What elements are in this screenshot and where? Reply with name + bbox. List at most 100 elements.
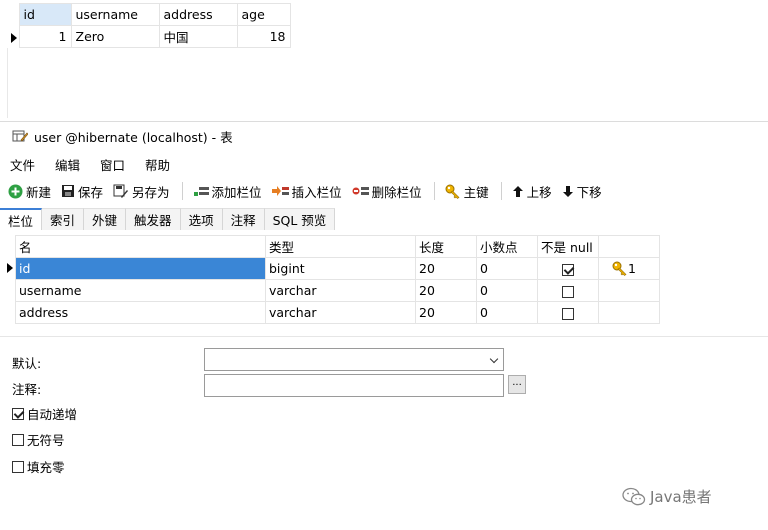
field-key-cell[interactable]: 1: [598, 257, 660, 280]
move-up-button[interactable]: 上移: [512, 182, 552, 201]
menu-edit[interactable]: 编辑: [45, 155, 90, 174]
save-as-icon: [113, 184, 129, 198]
field-name-cell[interactable]: username: [15, 279, 266, 302]
field-name-cell[interactable]: address: [15, 301, 266, 324]
tab-comment[interactable]: 注释: [222, 208, 265, 230]
not-null-checkbox[interactable]: [562, 285, 574, 298]
row-indicator: [15, 302, 16, 324]
field-not-null-cell[interactable]: [537, 279, 599, 302]
default-value-select[interactable]: [204, 348, 504, 371]
plus-circle-icon: [8, 184, 23, 198]
result-header-id[interactable]: id: [18, 3, 72, 26]
col-header-name[interactable]: 名: [15, 235, 266, 258]
current-row-arrow-icon: [7, 262, 13, 273]
result-header-username[interactable]: username: [70, 3, 160, 26]
save-label: 保存: [78, 184, 104, 200]
tab-triggers[interactable]: 触发器: [126, 208, 181, 230]
result-cell-id[interactable]: 1: [18, 25, 72, 48]
primary-key-icon: [612, 261, 627, 276]
zerofill-checkbox[interactable]: [12, 460, 24, 473]
add-field-icon: [193, 187, 209, 196]
toolbar: 新建 保存 另存为 添加栏位 插入栏位 删除栏位 主键 上移 下移: [0, 179, 612, 203]
unsigned-checkbox[interactable]: [12, 433, 24, 446]
tab-indexes[interactable]: 索引: [42, 208, 85, 230]
not-null-checkbox[interactable]: [562, 263, 574, 276]
table-design-icon: [12, 130, 28, 142]
field-not-null-cell[interactable]: [537, 301, 599, 324]
menu-window[interactable]: 窗口: [90, 155, 135, 174]
window-title: user @hibernate (localhost) - 表: [34, 129, 233, 145]
result-header-row: id username address age: [7, 3, 291, 26]
delete-field-label: 删除栏位: [371, 184, 422, 200]
zerofill-option[interactable]: 填充零: [12, 457, 65, 476]
field-decimals-cell[interactable]: 0: [476, 301, 538, 324]
result-row[interactable]: 1 Zero 中国 18: [7, 25, 291, 48]
primary-key-button[interactable]: 主键: [445, 182, 489, 201]
not-null-checkbox[interactable]: [562, 307, 574, 320]
field-decimals-cell[interactable]: 0: [476, 279, 538, 302]
comment-input[interactable]: [204, 374, 504, 397]
fields-row-header: [15, 236, 16, 258]
field-name-cell[interactable]: id: [15, 257, 266, 280]
save-as-button[interactable]: 另存为: [113, 182, 170, 201]
insert-field-icon: [271, 186, 289, 196]
result-cell-username[interactable]: Zero: [70, 25, 160, 48]
comment-label: 注释:: [12, 382, 42, 397]
field-decimals-cell[interactable]: 0: [476, 257, 538, 280]
result-cell-age[interactable]: 18: [236, 25, 291, 48]
add-field-button[interactable]: 添加栏位: [193, 182, 262, 201]
tab-options[interactable]: 选项: [180, 208, 223, 230]
save-icon: [62, 185, 75, 197]
save-button[interactable]: 保存: [61, 182, 103, 201]
unsigned-option[interactable]: 无符号: [12, 430, 65, 449]
field-length-cell[interactable]: 20: [415, 257, 477, 280]
tab-foreign-keys[interactable]: 外键: [84, 208, 127, 230]
toolbar-separator: [433, 182, 435, 200]
new-label: 新建: [26, 184, 52, 200]
field-length-cell[interactable]: 20: [415, 301, 477, 324]
insert-field-label: 插入栏位: [291, 184, 342, 200]
field-key-cell[interactable]: [598, 301, 660, 324]
col-header-type[interactable]: 类型: [265, 235, 416, 258]
result-header-address[interactable]: address: [158, 3, 238, 26]
result-header-age[interactable]: age: [236, 3, 291, 26]
tab-sql-preview[interactable]: SQL 预览: [264, 208, 336, 230]
move-down-button[interactable]: 下移: [562, 182, 602, 201]
field-type-cell[interactable]: bigint: [265, 257, 416, 280]
row-header-corner: [7, 4, 19, 26]
current-row-indicator: [7, 26, 19, 48]
tab-fields[interactable]: 栏位: [0, 208, 43, 230]
move-down-label: 下移: [576, 184, 602, 200]
result-cell-address[interactable]: 中国: [158, 25, 238, 48]
comment-editor-button[interactable]: ...: [508, 375, 526, 394]
auto-increment-checkbox[interactable]: [12, 407, 24, 420]
primary-key-label: 主键: [463, 184, 489, 200]
unsigned-label: 无符号: [27, 433, 65, 448]
menu-help[interactable]: 帮助: [135, 155, 180, 174]
field-type-cell[interactable]: varchar: [265, 301, 416, 324]
wechat-icon: [622, 487, 646, 505]
designer-tabs: 栏位 索引 外键 触发器 选项 注释 SQL 预览: [0, 208, 336, 230]
table-row[interactable]: id bigint 20 0 1: [7, 257, 660, 280]
field-length-cell[interactable]: 20: [415, 279, 477, 302]
menu-file[interactable]: 文件: [0, 155, 45, 174]
insert-field-button[interactable]: 插入栏位: [271, 182, 342, 201]
fields-grid: 名 类型 长度 小数点 不是 null id bigint 20 0 1 use…: [7, 235, 660, 324]
table-row[interactable]: address varchar 20 0: [15, 301, 660, 324]
row-indicator: [7, 258, 16, 280]
key-order: 1: [628, 261, 636, 276]
col-header-length[interactable]: 长度: [415, 235, 477, 258]
col-header-key[interactable]: [598, 235, 660, 258]
delete-field-button[interactable]: 删除栏位: [352, 182, 422, 201]
field-not-null-cell[interactable]: [537, 257, 599, 280]
query-result-area: id username address age 1 Zero 中国 18: [0, 0, 768, 121]
table-row[interactable]: username varchar 20 0: [15, 279, 660, 302]
col-header-not-null[interactable]: 不是 null: [537, 235, 599, 258]
default-label: 默认:: [12, 356, 42, 371]
field-key-cell[interactable]: [598, 279, 660, 302]
auto-increment-option[interactable]: 自动递增: [12, 404, 77, 423]
col-header-decimals[interactable]: 小数点: [476, 235, 538, 258]
new-button[interactable]: 新建: [8, 182, 51, 201]
table-designer-window: user @hibernate (localhost) - 表 文件 编辑 窗口…: [0, 121, 768, 530]
field-type-cell[interactable]: varchar: [265, 279, 416, 302]
